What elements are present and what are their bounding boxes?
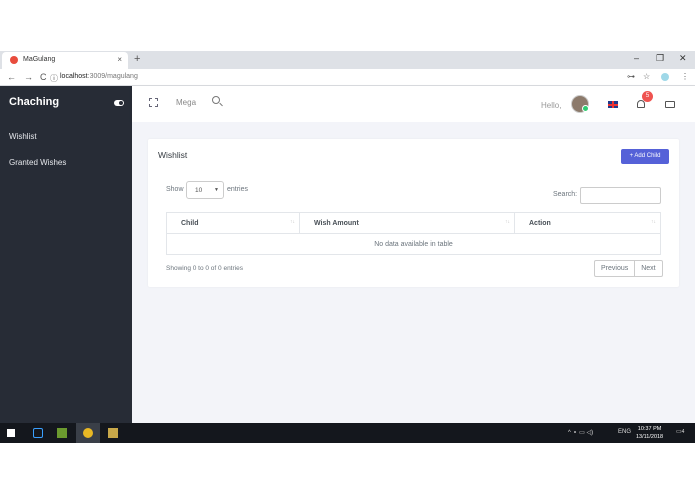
tab-close-icon[interactable]: ×: [117, 55, 122, 64]
fullscreen-icon[interactable]: [149, 98, 158, 107]
address-bar: ← → C ⓘ localhost:3009/magulang ⊶ ☆ ⋮: [0, 69, 695, 86]
url-path: :3009/magulang: [87, 73, 138, 80]
column-header-child[interactable]: Child ↑↓: [166, 212, 300, 234]
greeting-text: Hello,: [541, 101, 562, 110]
minimize-button[interactable]: –: [634, 53, 639, 63]
sidebar: Chaching Wishlist Granted Wishes: [0, 86, 132, 423]
favicon-icon: [10, 56, 18, 64]
sidebar-item-granted-wishes[interactable]: Granted Wishes: [9, 158, 66, 167]
page-length-value: 10: [195, 187, 203, 194]
search-label: Search:: [553, 191, 578, 198]
new-tab-button[interactable]: +: [134, 53, 140, 65]
clock-time: 10:37 PM: [637, 426, 662, 432]
next-button[interactable]: Next: [634, 261, 661, 276]
wishlist-table: Child ↑↓ Wish Amount ↑↓ Action ↑↓ No data a…: [166, 212, 661, 255]
mail-icon[interactable]: [665, 101, 675, 108]
wishlist-card: Wishlist + Add Child Show 10 ▼ entries S…: [148, 139, 679, 287]
card-title: Wishlist: [158, 150, 188, 160]
sidebar-toggle-icon[interactable]: [114, 100, 124, 106]
table-row: No data available in table: [166, 233, 661, 255]
app-lambda-icon[interactable]: [57, 428, 67, 438]
sort-icon: ↑↓: [651, 219, 656, 225]
bookmark-star-icon[interactable]: ☆: [643, 72, 650, 81]
search-input[interactable]: [580, 187, 661, 204]
action-center-icon[interactable]: ▭4: [676, 428, 684, 435]
screen: MaGulang × + – ❐ ✕ ← → C ⓘ localhost:300…: [0, 51, 695, 443]
sidebar-item-wishlist[interactable]: Wishlist: [9, 132, 37, 141]
mega-menu-link[interactable]: Mega: [176, 98, 196, 107]
sort-icon: ↑↓: [505, 219, 510, 225]
clock[interactable]: 10:37 PM 13/11/2018: [636, 425, 663, 441]
sort-icon: ↑↓: [290, 219, 295, 225]
language-indicator[interactable]: ENG: [618, 429, 631, 435]
action-center-count: 4: [681, 429, 685, 435]
file-explorer-icon[interactable]: [108, 428, 118, 438]
key-icon[interactable]: ⊶: [627, 72, 635, 81]
empty-table-message: No data available in table: [166, 233, 661, 255]
reload-button[interactable]: C: [40, 72, 47, 82]
system-tray[interactable]: ^ ⚬ ▭ ◁): [568, 429, 593, 436]
clock-date: 13/11/2018: [636, 434, 664, 440]
url-host: localhost: [60, 73, 88, 80]
chrome-icon: [83, 428, 93, 438]
column-label: Child: [181, 219, 199, 227]
table-info: Showing 0 to 0 of 0 entries: [166, 265, 243, 272]
top-header: Mega Hello, 5: [132, 86, 695, 122]
vscode-icon[interactable]: [33, 428, 43, 438]
restore-button[interactable]: ❐: [656, 53, 664, 64]
site-info-icon[interactable]: ⓘ: [50, 73, 58, 84]
forward-button[interactable]: →: [24, 72, 33, 82]
windows-start-icon[interactable]: [7, 429, 15, 437]
search-icon[interactable]: [212, 96, 220, 104]
previous-button[interactable]: Previous: [595, 261, 634, 276]
back-button[interactable]: ←: [7, 72, 16, 82]
browser-menu-icon[interactable]: ⋮: [681, 72, 689, 81]
entries-label: entries: [227, 186, 249, 193]
add-child-button[interactable]: + Add Child: [621, 149, 669, 164]
url-field[interactable]: localhost:3009/magulang: [60, 73, 138, 80]
window-close-button[interactable]: ✕: [679, 53, 687, 64]
browser-tab[interactable]: MaGulang ×: [2, 52, 128, 69]
brand-logo[interactable]: Chaching: [9, 96, 59, 108]
pagination: Previous Next: [594, 260, 663, 277]
taskbar: ^ ⚬ ▭ ◁) ENG 10:37 PM 13/11/2018 ▭4: [0, 423, 695, 443]
main-content: Wishlist + Add Child Show 10 ▼ entries S…: [132, 122, 695, 423]
tab-title: MaGulang: [23, 56, 56, 63]
uk-flag-icon[interactable]: [608, 101, 618, 108]
column-header-action[interactable]: Action ↑↓: [514, 212, 661, 234]
chevron-down-icon: ▼: [214, 187, 219, 193]
show-label: Show: [166, 186, 184, 193]
column-label: Wish Amount: [314, 219, 359, 227]
page-length-select[interactable]: 10 ▼: [186, 181, 224, 199]
browser-tab-bar: MaGulang × + – ❐ ✕: [0, 51, 695, 69]
column-label: Action: [529, 219, 551, 227]
avatar[interactable]: [571, 95, 589, 113]
extension-icon[interactable]: [661, 73, 669, 81]
column-header-wish-amount[interactable]: Wish Amount ↑↓: [299, 212, 515, 234]
notification-badge: 5: [642, 91, 653, 102]
